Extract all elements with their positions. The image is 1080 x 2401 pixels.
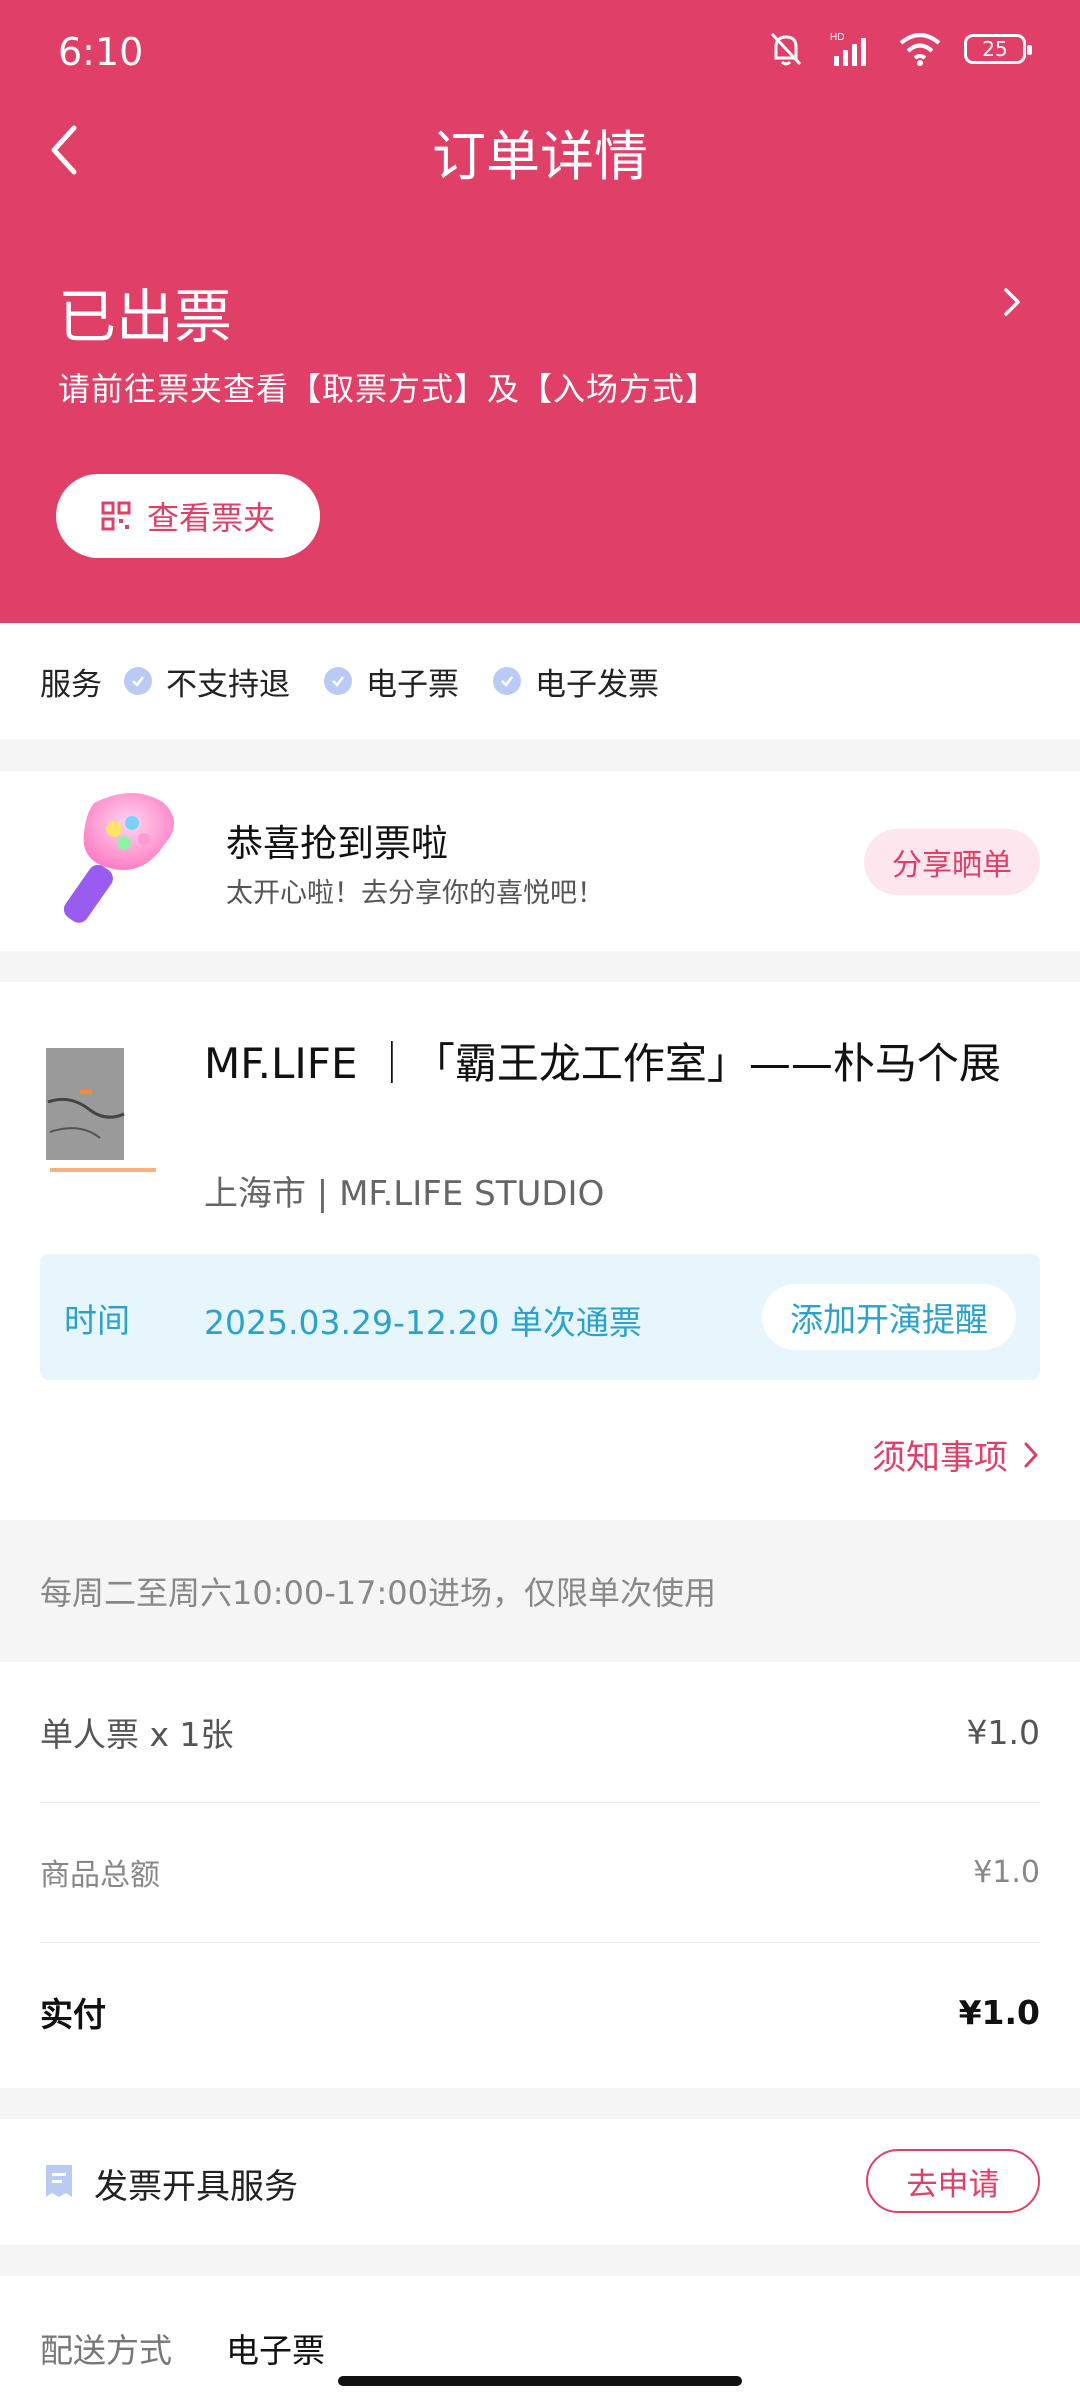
service-item: 不支持退 (124, 659, 290, 704)
event-card: MF.LIFE ｜「霸王龙工作室」——朴马个展 上海市 | MF.LIFE ST… (0, 982, 1080, 1520)
battery-level: 25 (982, 37, 1008, 61)
wifi-icon (899, 33, 941, 66)
services-bar: 服务 不支持退 电子票 电子发票 (0, 623, 1080, 739)
share-title: 恭喜抢到票啦 (226, 822, 448, 865)
check-icon (493, 667, 521, 695)
share-order-button[interactable]: 分享晒单 (864, 829, 1040, 895)
glowstick-illustration (63, 793, 174, 923)
page-title: 订单详情 (432, 125, 648, 188)
event-poster-image[interactable] (40, 1042, 164, 1192)
add-reminder-button[interactable]: 添加开演提醒 (762, 1284, 1016, 1350)
svg-text:HD: HD (830, 32, 844, 43)
service-item-label: 电子发票 (535, 666, 659, 703)
invoice-service: 发票开具服务 去申请 (0, 2119, 1080, 2245)
notice-link[interactable]: 须知事项 (872, 1430, 1040, 1479)
delivery-value: 电子票 (226, 2331, 325, 2370)
share-subtitle: 太开心啦！去分享你的喜悦吧！ (226, 878, 604, 909)
time-value: 2025.03.29-12.20 单次通票 (204, 1303, 642, 1342)
service-item: 电子发票 (493, 659, 659, 704)
clock: 6:10 (58, 30, 144, 74)
service-item-label: 电子票 (366, 666, 459, 703)
view-ticket-folder-button[interactable]: 查看票夹 (56, 474, 320, 558)
service-item-label: 不支持退 (166, 666, 290, 703)
event-venue: 上海市 | MF.LIFE STUDIO (204, 1174, 605, 1214)
price-row-subtotal: 商品总额 ¥1.0 (40, 1802, 1040, 1943)
price-row-ticket: 单人票 x 1张 ¥1.0 (40, 1662, 1040, 1803)
services-label: 服务 (40, 666, 102, 703)
check-icon (124, 667, 152, 695)
order-status-title[interactable]: 已出票 (58, 270, 232, 354)
check-icon (324, 667, 352, 695)
notice-link-label: 须知事项 (872, 1438, 1008, 1478)
event-time-box: 时间 2025.03.29-12.20 单次通票 添加开演提醒 (40, 1254, 1040, 1380)
usage-note: 每周二至周六10:00-17:00进场，仅限单次使用 (0, 1520, 1080, 1662)
delivery-label: 配送方式 (40, 2331, 172, 2370)
status-icons: HD 25 (766, 30, 1032, 68)
price-row-paid: 实付 ¥1.0 (40, 1942, 1040, 2082)
view-ticket-folder-label: 查看票夹 (146, 499, 275, 537)
battery-icon: 25 (964, 34, 1032, 64)
receipt-icon (46, 2165, 72, 2197)
price-breakdown: 单人票 x 1张 ¥1.0 商品总额 ¥1.0 实付 ¥1.0 (0, 1662, 1080, 2088)
qr-code-icon (101, 501, 131, 531)
status-bar: 6:10 HD 25 (0, 0, 1080, 100)
subtotal-price: ¥1.0 (973, 1854, 1040, 1890)
paid-label: 实付 (40, 1995, 106, 2034)
invoice-label: 发票开具服务 (94, 2167, 298, 2207)
ticket-label: 单人票 x 1张 (40, 1715, 234, 1754)
home-indicator[interactable] (338, 2376, 742, 2386)
chevron-right-icon (1024, 1442, 1038, 1467)
order-header: 6:10 HD 25 订单详情 已出票 请前往票夹查看【取票方式】及【入场方式】… (0, 0, 1080, 623)
ticket-price: ¥1.0 (966, 1712, 1040, 1752)
service-item: 电子票 (324, 659, 459, 704)
time-label: 时间 (64, 1301, 130, 1340)
subtotal-label: 商品总额 (40, 1858, 160, 1893)
apply-invoice-button[interactable]: 去申请 (866, 2149, 1040, 2213)
chevron-right-icon[interactable] (1000, 284, 1024, 320)
mute-bell-icon (770, 32, 802, 66)
signal-icon: HD (830, 32, 866, 66)
share-card: 恭喜抢到票啦 太开心啦！去分享你的喜悦吧！ 分享晒单 (0, 771, 1080, 951)
paid-amount: ¥1.0 (958, 1992, 1040, 2032)
order-status-description: 请前往票夹查看【取票方式】及【入场方式】 (58, 370, 719, 408)
event-title[interactable]: MF.LIFE ｜「霸王龙工作室」——朴马个展 (204, 1030, 1001, 1091)
